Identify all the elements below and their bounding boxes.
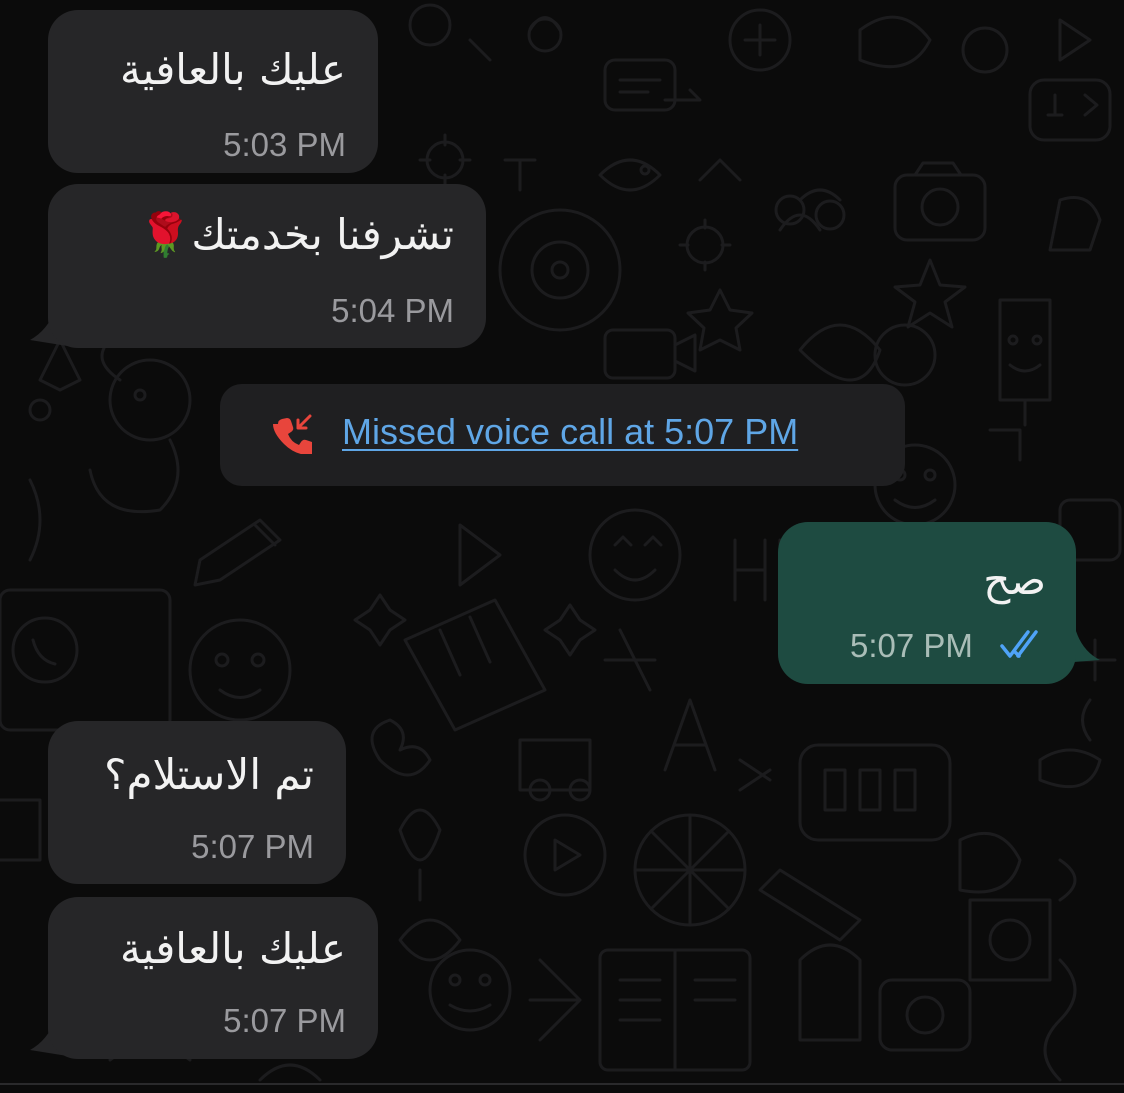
chat-view[interactable]: عليك بالعافية 5:03 PM تشرفنا بخدمتك🌹 5:0… bbox=[0, 0, 1124, 1093]
message-timestamp: 5:07 PM bbox=[191, 828, 314, 865]
message-text: عليك بالعافية bbox=[120, 45, 346, 94]
divider bbox=[0, 1083, 1124, 1085]
message-text: تم الاستلام؟ bbox=[104, 750, 314, 799]
message-text: عليك بالعافية bbox=[120, 924, 346, 973]
message-text: صح bbox=[983, 555, 1046, 604]
message-text: تشرفنا بخدمتك🌹 bbox=[139, 210, 454, 259]
missed-call-icon bbox=[273, 414, 312, 454]
missed-call-link[interactable]: Missed voice call at 5:07 PM bbox=[342, 410, 798, 454]
message-bubble-incoming[interactable]: عليك بالعافية 5:03 PM bbox=[48, 10, 378, 173]
message-bubble-incoming[interactable]: تم الاستلام؟ 5:07 PM bbox=[48, 721, 346, 884]
message-bubble-incoming[interactable]: عليك بالعافية 5:07 PM bbox=[48, 897, 378, 1059]
message-timestamp: 5:03 PM bbox=[223, 126, 346, 163]
message-bubble-incoming[interactable]: تشرفنا بخدمتك🌹 5:04 PM bbox=[48, 184, 486, 348]
message-timestamp: 5:07 PM bbox=[223, 1002, 346, 1039]
message-timestamp: 5:07 PM bbox=[850, 627, 973, 664]
double-check-icon bbox=[1000, 630, 1038, 658]
message-bubble-outgoing[interactable]: صح 5:07 PM bbox=[778, 522, 1076, 684]
message-timestamp: 5:04 PM bbox=[331, 292, 454, 329]
